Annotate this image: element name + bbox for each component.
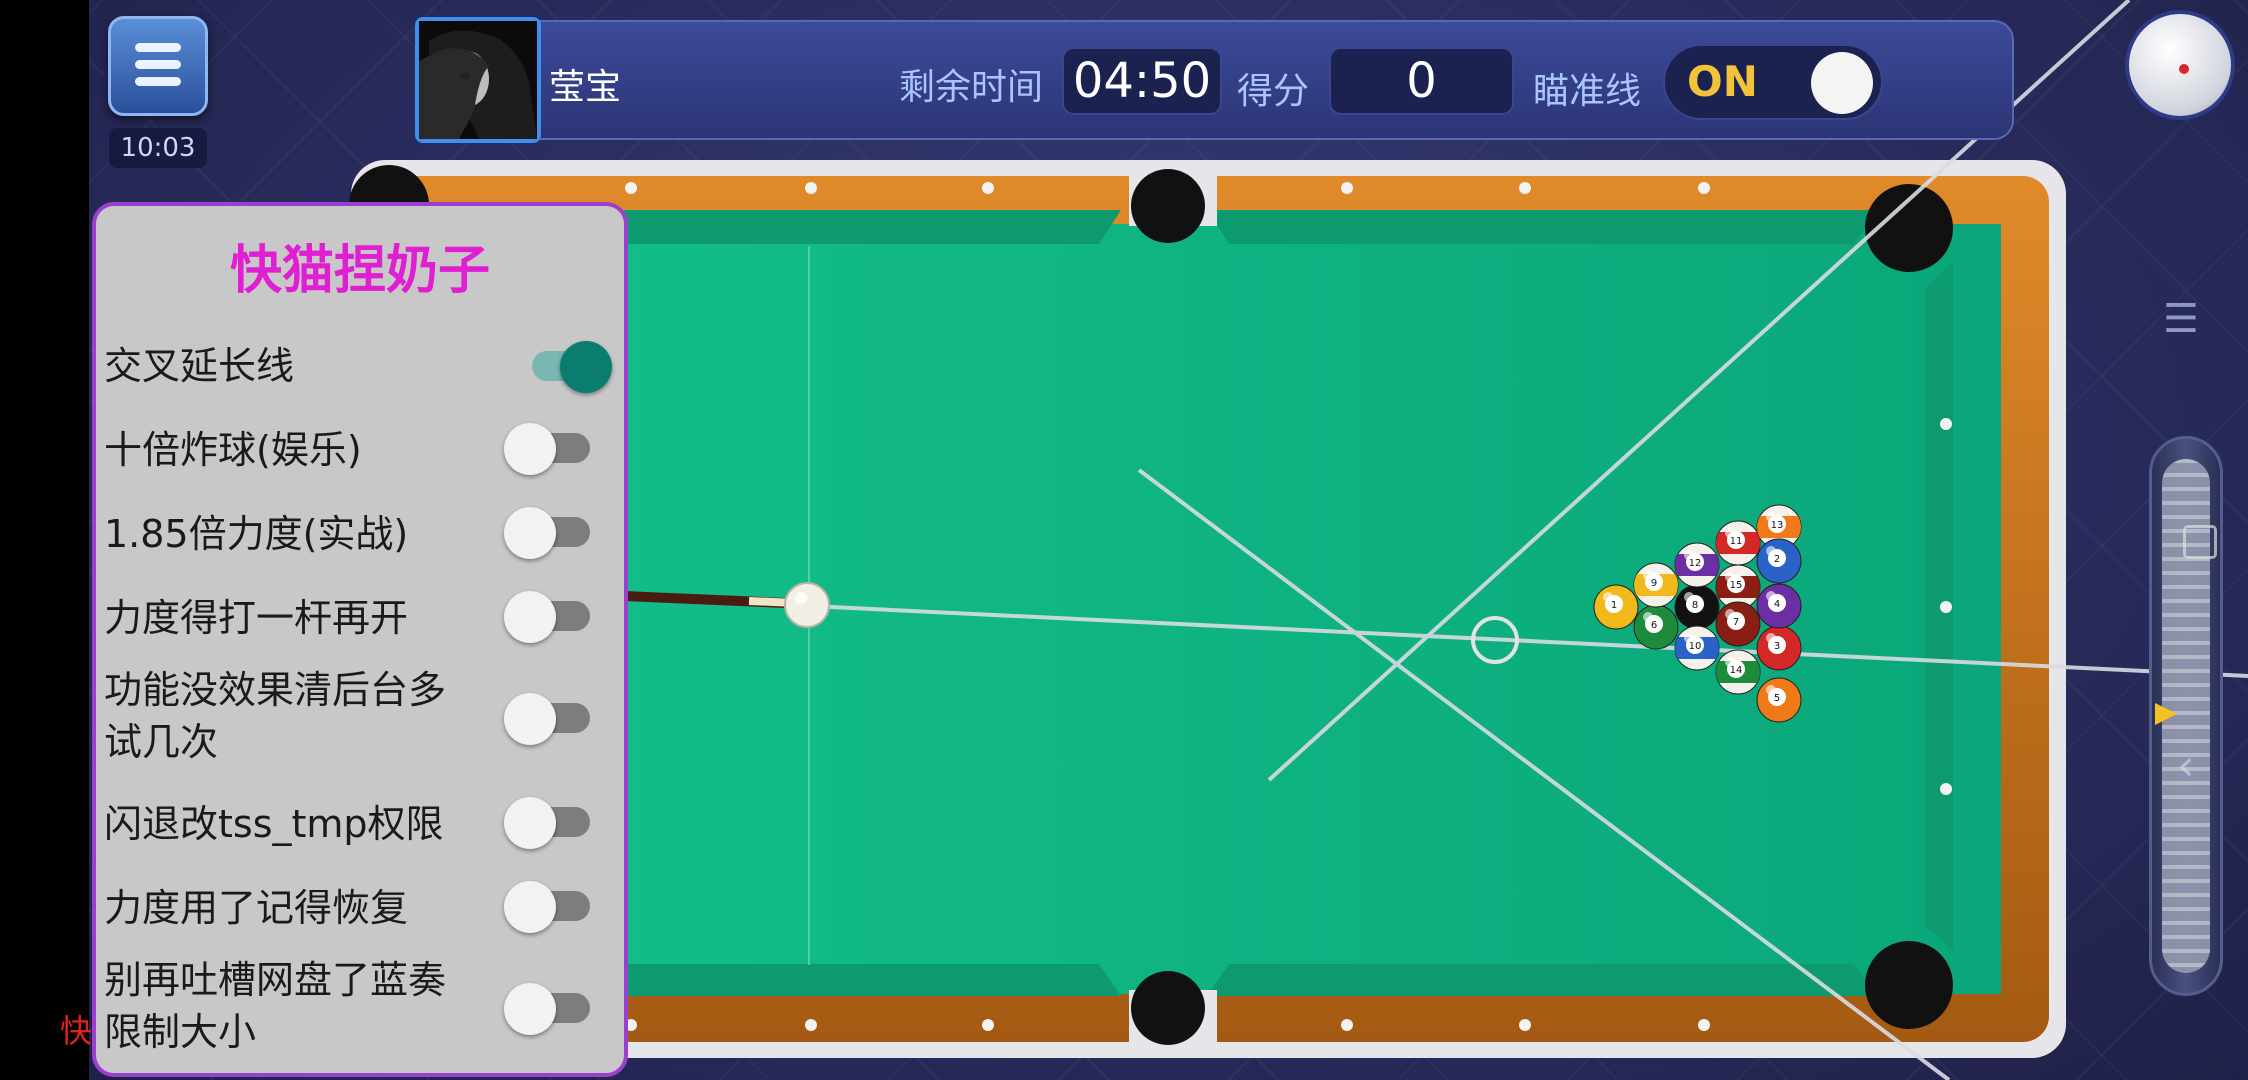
option-label-line1: 功能没效果清后台多 — [104, 668, 447, 712]
ball-3: 3 — [1756, 625, 1802, 671]
time-label: 剩余时间 — [899, 67, 1044, 108]
cue-ball-spin-control[interactable] — [2125, 10, 2235, 120]
ball-5: 5 — [1756, 677, 1802, 723]
score-label: 得分 — [1237, 71, 1310, 112]
ball-number: 9 — [1651, 578, 1657, 589]
ball-number: 6 — [1651, 620, 1657, 631]
ball-9: 9 — [1633, 562, 1679, 608]
power-marker — [2155, 703, 2177, 725]
ball-4: 4 — [1756, 583, 1802, 629]
ball-8: 8 — [1674, 584, 1720, 630]
floating-label: 快 — [60, 1012, 93, 1050]
option-toggle-tss-permission[interactable] — [504, 797, 592, 849]
ball-10: 10 — [1674, 625, 1720, 671]
option-label-line2: 试几次 — [104, 720, 219, 764]
ball-number: 3 — [1774, 641, 1780, 652]
aim-line-label: 瞄准线 — [1533, 71, 1642, 112]
option-toggle-cross-extension[interactable] — [524, 341, 612, 393]
mod-menu-panel: 快猫捏奶子 交叉延长线 十倍炸球(娱乐) 1.85倍力度(实战) 力度得打一杆再… — [92, 202, 628, 1077]
option-toggle-power-185[interactable] — [504, 507, 592, 559]
option-label-line1: 别再吐槽网盘了蓝奏 — [104, 958, 447, 1002]
option-toggle-retry-hint[interactable] — [504, 693, 592, 745]
player-name: 莹宝 — [549, 67, 622, 108]
ball-2: 2 — [1756, 538, 1802, 584]
ball-14: 14 — [1715, 649, 1761, 695]
toggle-knob — [1811, 52, 1873, 114]
back-icon[interactable]: ‹ — [2177, 740, 2195, 791]
mod-menu-title: 快猫捏奶子 — [229, 241, 490, 301]
cue-ball — [784, 582, 830, 628]
ball-number: 7 — [1733, 617, 1739, 628]
clock: 10:03 — [109, 128, 207, 168]
option-toggle-ten-times-ball[interactable] — [504, 423, 592, 475]
option-toggle-cloud-size[interactable] — [504, 983, 592, 1035]
menu-button[interactable] — [108, 16, 208, 116]
aim-line-state: ON — [1687, 57, 1758, 106]
option-label: 交叉延长线 — [104, 344, 295, 388]
option-label: 十倍炸球(娱乐) — [104, 428, 362, 472]
ball-6: 6 — [1633, 604, 1679, 650]
option-toggle-restore-power[interactable] — [504, 881, 592, 933]
option-label: 闪退改tss_tmp权限 — [104, 802, 444, 846]
ball-number: 1 — [1611, 600, 1617, 611]
ball-1: 1 — [1593, 584, 1639, 630]
side-menu-icon[interactable]: ☰ — [2163, 296, 2199, 342]
ball-12: 12 — [1674, 542, 1720, 588]
option-label: 力度得打一杆再开 — [104, 596, 409, 640]
ball-number: 5 — [1774, 693, 1780, 704]
spin-point — [2179, 64, 2189, 74]
time-remaining: 04:50 — [1062, 47, 1222, 115]
ball-number: 8 — [1692, 600, 1698, 611]
option-toggle-power-after-shot[interactable] — [504, 591, 592, 643]
option-label: 1.85倍力度(实战) — [104, 512, 409, 556]
aim-line-toggle[interactable]: ON — [1663, 44, 1883, 120]
ball-11: 11 — [1715, 520, 1761, 566]
option-label-line2: 限制大小 — [104, 1010, 257, 1054]
score-value: 0 — [1329, 47, 1514, 115]
ball-number: 2 — [1774, 554, 1780, 565]
player-avatar[interactable] — [415, 17, 541, 143]
ball-7: 7 — [1715, 601, 1761, 647]
recent-apps-icon[interactable] — [2183, 525, 2217, 559]
ball-number: 4 — [1774, 599, 1780, 610]
option-label: 力度用了记得恢复 — [104, 886, 409, 930]
